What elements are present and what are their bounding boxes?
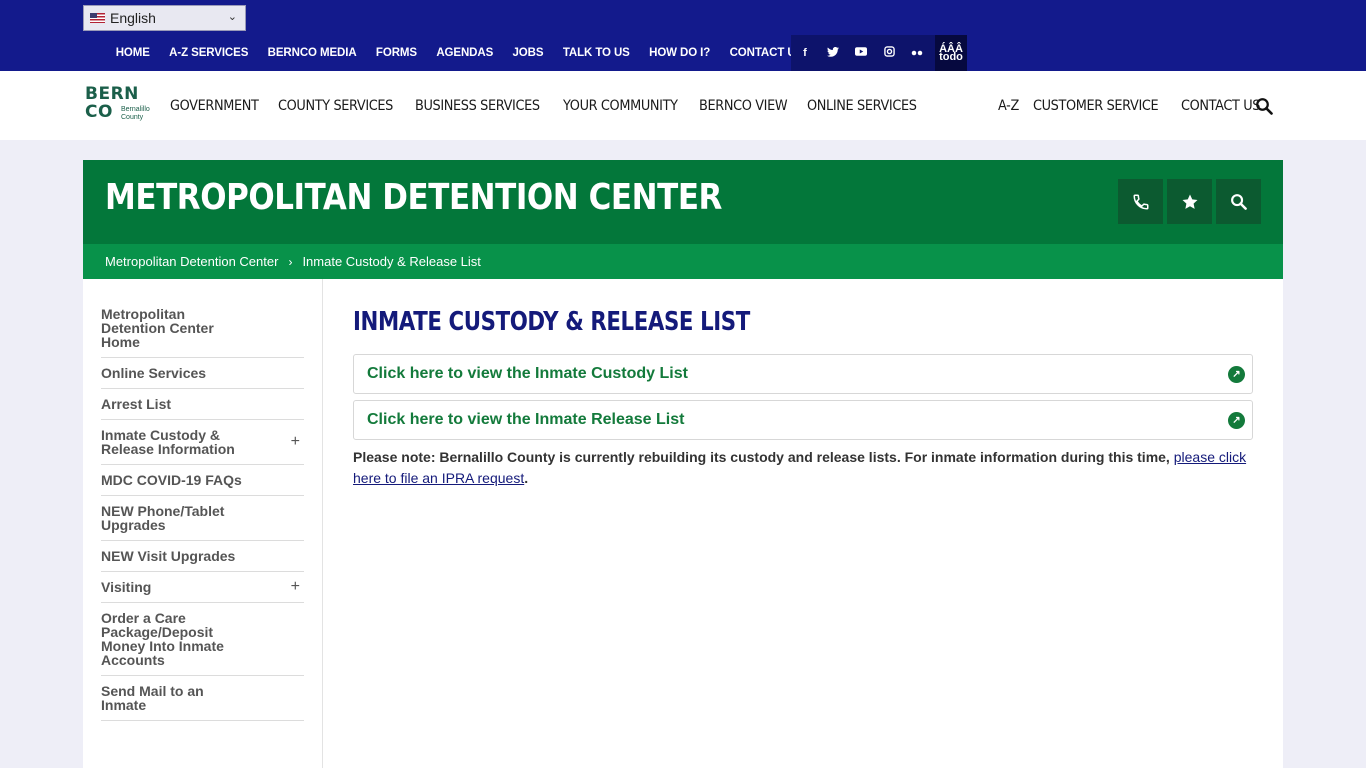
sidebar-item-covid-faqs[interactable]: MDC COVID-19 FAQs	[101, 465, 304, 496]
utility-link-home[interactable]: HOME	[106, 47, 159, 59]
utility-link-agendas[interactable]: AGENDAS	[427, 47, 503, 59]
utility-link-how-do-i[interactable]: HOW DO I?	[639, 47, 719, 59]
page-title: INMATE CUSTODY & RELEASE LIST	[353, 307, 750, 337]
sidebar-item-label: MDC COVID-19 FAQs	[101, 472, 242, 488]
sidebar-item-label: Order a Care Package/Deposit Money Into …	[101, 610, 224, 668]
utility-link-forms[interactable]: FORMS	[366, 47, 426, 59]
sidebar-item-visit-upgrades[interactable]: NEW Visit Upgrades	[101, 541, 304, 572]
language-select[interactable]: English ⌄	[83, 5, 246, 31]
notice-text: Please note: Bernalillo County is curren…	[353, 447, 1253, 489]
sidebar-list: Metropolitan Detention Center Home Onlin…	[101, 307, 304, 721]
youtube-icon[interactable]	[847, 47, 875, 59]
sidebar-item-mdc-home[interactable]: Metropolitan Detention Center Home	[101, 307, 304, 358]
content-area: Metropolitan Detention Center Home Onlin…	[83, 279, 1283, 768]
breadcrumb-current: Inmate Custody & Release List	[302, 254, 481, 269]
facebook-icon[interactable]: f	[791, 47, 819, 59]
nav-bernco-view[interactable]: BERNCO VIEW	[699, 98, 788, 114]
social-links: f ÁÂÂ todo	[791, 35, 967, 71]
instagram-icon[interactable]	[875, 46, 903, 60]
sidebar-item-label: Arrest List	[101, 396, 172, 412]
nav-business-services[interactable]: BUSINESS SERVICES	[415, 98, 540, 114]
sidebar-item-care-package[interactable]: Order a Care Package/Deposit Money Into …	[101, 603, 304, 676]
phone-icon	[1132, 194, 1148, 210]
secondary-nav: A-Z CUSTOMER SERVICE CONTACT US	[998, 71, 1279, 140]
plus-icon[interactable]: +	[291, 434, 300, 450]
search-icon	[1231, 194, 1247, 210]
nav-contact-us[interactable]: CONTACT US	[1181, 98, 1260, 114]
sidebar-item-label: Send Mail to an Inmate	[101, 683, 204, 713]
twitter-icon[interactable]	[819, 46, 847, 60]
chevron-right-icon: ›	[288, 254, 293, 269]
sidebar-item-label: Visiting	[101, 579, 152, 595]
logo-sub-1: Bernalillo	[121, 106, 150, 113]
flickr-icon[interactable]	[903, 47, 931, 59]
favorite-button[interactable]	[1167, 179, 1212, 224]
sidebar-item-label: NEW Visit Upgrades	[101, 548, 236, 564]
nav-a-z[interactable]: A-Z	[998, 98, 1019, 114]
sidebar-item-label: Online Services	[101, 365, 207, 381]
sidebar-item-label: NEW Phone/Tablet Upgrades	[101, 503, 225, 533]
sidebar-item-phone-tablet[interactable]: NEW Phone/Tablet Upgrades	[101, 496, 304, 541]
us-flag-icon	[90, 13, 105, 23]
sidebar: Metropolitan Detention Center Home Onlin…	[83, 279, 323, 768]
sidebar-item-arrest-list[interactable]: Arrest List	[101, 389, 304, 420]
breadcrumb-home[interactable]: Metropolitan Detention Center	[105, 254, 278, 269]
logo-line-1: BERN	[85, 84, 139, 104]
custody-list-link-label: Click here to view the Inmate Custody Li…	[367, 365, 688, 382]
sidebar-item-visiting[interactable]: Visiting +	[101, 572, 304, 603]
utility-link-talk-to-us[interactable]: TALK TO US	[553, 47, 639, 59]
bernco-logo[interactable]: BERN CO Bernalillo County	[85, 85, 157, 125]
breadcrumb: Metropolitan Detention Center › Inmate C…	[83, 244, 1283, 279]
utility-link-jobs[interactable]: JOBS	[503, 47, 553, 59]
search-icon[interactable]	[1255, 97, 1273, 115]
nav-customer-service[interactable]: CUSTOMER SERVICE	[1033, 98, 1159, 114]
logo-subtitle: Bernalillo County	[121, 106, 150, 122]
nav-your-community[interactable]: YOUR COMMUNITY	[563, 98, 678, 114]
utility-link-az-services[interactable]: A-Z SERVICES	[159, 47, 257, 59]
utility-nav: HOME A-Z SERVICES BERNCO MEDIA FORMS AGE…	[106, 34, 813, 71]
release-list-link[interactable]: Click here to view the Inmate Release Li…	[353, 400, 1253, 440]
release-list-link-label: Click here to view the Inmate Release Li…	[367, 411, 685, 428]
custody-list-link[interactable]: Click here to view the Inmate Custody Li…	[353, 354, 1253, 394]
external-link-icon: ↗	[1228, 366, 1245, 383]
sidebar-item-online-services[interactable]: Online Services	[101, 358, 304, 389]
department-title: METROPOLITAN DETENTION CENTER	[105, 177, 722, 218]
language-label: English	[110, 10, 156, 26]
nav-online-services[interactable]: ONLINE SERVICES	[807, 98, 917, 114]
phone-button[interactable]	[1118, 179, 1163, 224]
main-header: BERN CO Bernalillo County GOVERNMENT COU…	[0, 71, 1366, 140]
utility-link-bernco-media[interactable]: BERNCO MEDIA	[258, 47, 366, 59]
utility-bar: English ⌄ HOME A-Z SERVICES BERNCO MEDIA…	[0, 0, 1366, 71]
nav-government[interactable]: GOVERNMENT	[170, 98, 259, 114]
external-link-icon: ↗	[1228, 412, 1245, 429]
department-search-button[interactable]	[1216, 179, 1261, 224]
sidebar-item-label: Inmate Custody & Release Information	[101, 427, 235, 457]
primary-nav: GOVERNMENT COUNTY SERVICES BUSINESS SERV…	[170, 71, 938, 140]
sidebar-item-label: Metropolitan Detention Center Home	[101, 306, 214, 350]
star-icon	[1182, 194, 1197, 209]
notice-end: .	[524, 470, 529, 486]
department-banner: METROPOLITAN DETENTION CENTER	[83, 160, 1283, 244]
nav-county-services[interactable]: COUNTY SERVICES	[278, 98, 393, 114]
notice-body: Please note: Bernalillo County is curren…	[353, 449, 1174, 465]
todo-app-icon[interactable]: ÁÂÂ todo	[935, 35, 967, 71]
sidebar-item-send-mail[interactable]: Send Mail to an Inmate	[101, 676, 304, 721]
plus-icon[interactable]: +	[291, 579, 300, 595]
todo-icon-label: todo	[939, 51, 963, 63]
logo-sub-2: County	[121, 114, 144, 121]
chevron-down-icon: ⌄	[227, 11, 237, 23]
banner-actions	[1114, 179, 1261, 224]
sidebar-item-custody-release[interactable]: Inmate Custody & Release Information +	[101, 420, 304, 465]
